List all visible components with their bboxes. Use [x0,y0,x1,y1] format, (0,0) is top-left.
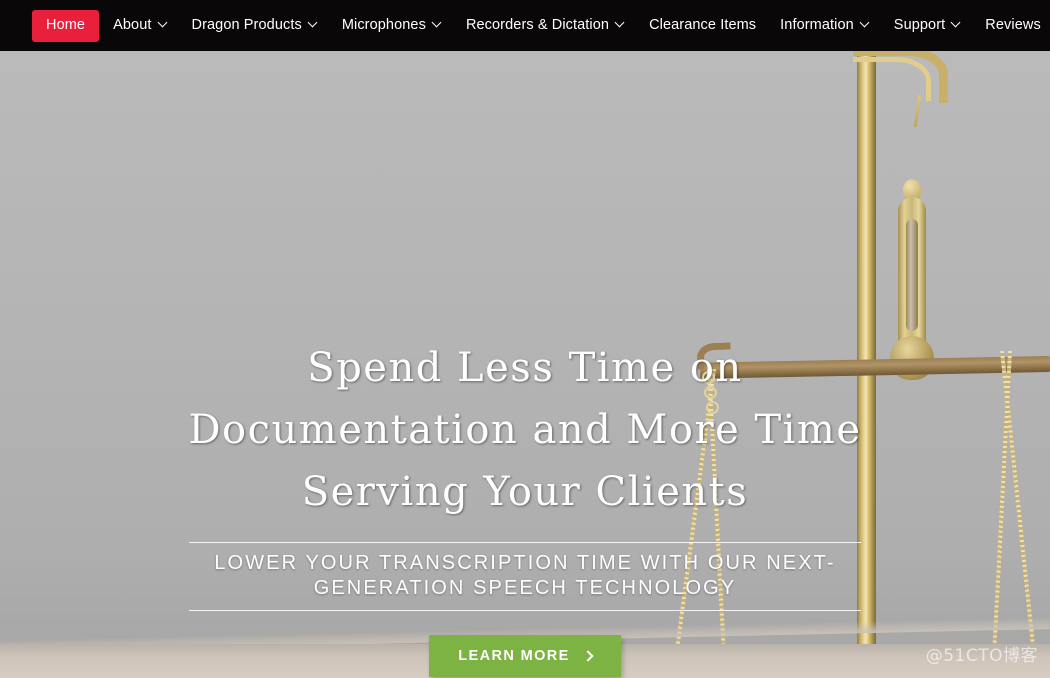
nav-item-label: Recorders & Dictation [465,17,610,34]
main-navigation: Home About Dragon Products Microphones Recor… [0,0,1050,51]
chevron-right-icon [582,650,594,662]
nav-item-label: Clearance Items [649,17,757,34]
hero-section: Spend Less Time on Documentation and Mor… [0,51,1050,678]
hero-divider-bottom [189,610,861,611]
nav-item-label: Dragon Products [191,17,302,34]
nav-item-recorders-and-dictation[interactable]: Recorders & Dictation [456,11,635,41]
chevron-down-icon [952,19,961,28]
nav-item-label: About [113,17,152,34]
nav-item-label: Reviews [985,17,1041,34]
hero-heading: Spend Less Time on Documentation and Mor… [188,345,862,515]
nav-item-information[interactable]: Information [770,11,880,41]
nav-item-home[interactable]: Home [32,9,100,42]
nav-item-dragon-products[interactable]: Dragon Products [182,11,328,41]
chevron-down-icon [309,19,318,28]
learn-more-button[interactable]: LEARN MORE [429,635,621,677]
chevron-down-icon [159,19,168,28]
nav-item-support[interactable]: Support [884,11,972,41]
hero-content: Spend Less Time on Documentation and Mor… [0,51,1050,678]
site-watermark: @51CTO博客 [925,646,1038,666]
nav-item-reviews[interactable]: Reviews [975,11,1050,41]
nav-item-label: Microphones [341,17,426,34]
chevron-down-icon [861,19,870,28]
hero-subheading: LOWER YOUR TRANSCRIPTION TIME WITH OUR N… [214,552,836,599]
nav-item-label: Information [780,17,854,34]
nav-item-label: Home [46,17,86,34]
nav-item-label: Support [893,17,946,34]
learn-more-label: LEARN MORE [458,648,570,664]
nav-item-about[interactable]: About [103,11,177,41]
nav-item-microphones[interactable]: Microphones [332,11,452,41]
chevron-down-icon [616,19,625,28]
chevron-down-icon [433,19,442,28]
nav-item-clearance-items[interactable]: Clearance Items [639,11,766,41]
